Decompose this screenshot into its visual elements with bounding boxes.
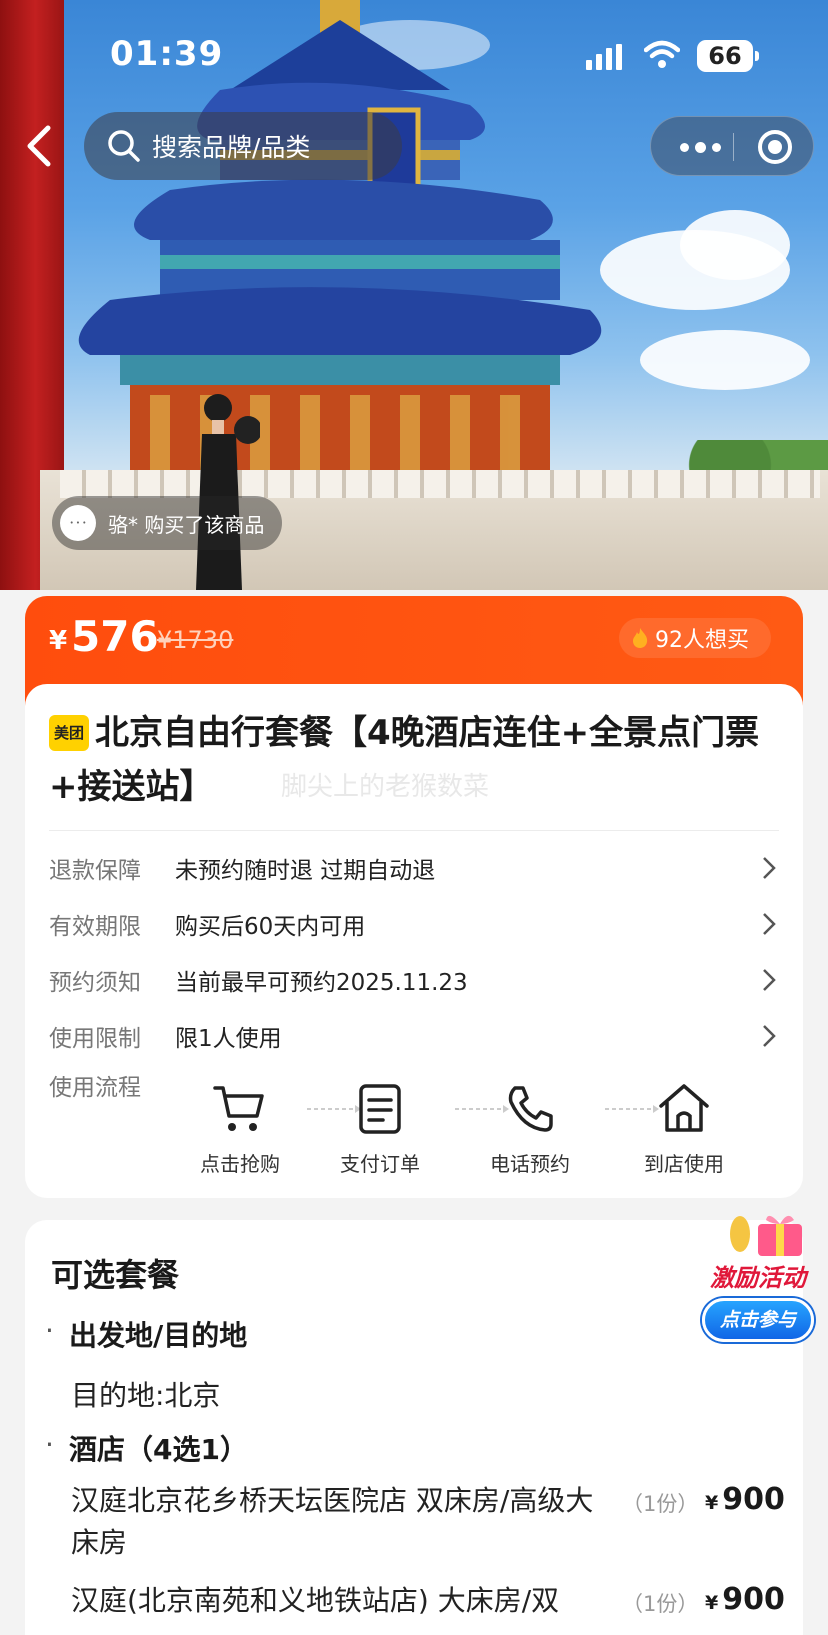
detail-key: 有效期限: [49, 914, 141, 940]
step-label: 到店使用: [644, 1152, 724, 1176]
search-icon: [108, 130, 140, 162]
current-price: 576: [71, 612, 159, 661]
detail-key: 使用限制: [49, 1026, 141, 1052]
detail-key: 预约须知: [49, 970, 141, 996]
recent-buyer-ticker: • • • 骆* 购买了该商品: [52, 496, 283, 550]
detail-value: 未预约随时退 过期自动退: [175, 858, 436, 884]
brand-badge: 美团: [49, 715, 89, 751]
avatar: • • •: [60, 505, 96, 541]
step-label: 电话预约: [490, 1152, 570, 1176]
detail-row-limit[interactable]: 使用限制 限1人使用: [49, 1008, 779, 1064]
chevron-right-icon: [763, 1025, 776, 1047]
more-icon[interactable]: [675, 117, 725, 177]
currency-symbol: ¥: [49, 626, 68, 656]
want-count-badge: 92人想买: [619, 618, 771, 658]
hotel-price: ¥900: [705, 1582, 785, 1617]
cloud: [640, 330, 810, 390]
section-heading: 酒店（4选1）: [45, 1428, 248, 1468]
promo-widget[interactable]: 激励活动 点击参与: [692, 1210, 824, 1350]
original-price: ¥1730: [157, 626, 234, 654]
gift-icon: [730, 1215, 802, 1256]
package-title: 可选套餐: [51, 1256, 180, 1294]
capsule-divider: [733, 133, 734, 161]
divider: [49, 830, 779, 831]
detail-row-validity[interactable]: 有效期限 购买后60天内可用: [49, 896, 779, 952]
destination-text: 目的地:北京: [71, 1379, 221, 1412]
hotel-option[interactable]: 汉庭北京花乡桥天坛医院店 双床房/高级大床房: [71, 1480, 611, 1564]
step-call: 电话预约: [465, 1080, 595, 1177]
detail-row-booking[interactable]: 预约须知 当前最早可预约2025.11.23: [49, 952, 779, 1008]
detail-key: 退款保障: [49, 858, 141, 884]
home-icon: [659, 1084, 709, 1132]
detail-value: 限1人使用: [175, 1026, 282, 1052]
detail-value: 当前最早可预约2025.11.23: [175, 970, 468, 996]
detail-row-refund[interactable]: 退款保障 未预约随时退 过期自动退: [49, 840, 779, 896]
status-bar: 01:39 66: [0, 0, 828, 110]
step-label: 点击抢购: [200, 1152, 280, 1176]
search-input[interactable]: 搜索品牌/品类: [84, 112, 402, 180]
close-target-icon[interactable]: [758, 130, 792, 164]
detail-value: 购买后60天内可用: [175, 914, 366, 940]
marble-railing: [60, 470, 820, 498]
hotel-price: ¥900: [705, 1482, 785, 1517]
chevron-right-icon: [763, 913, 776, 935]
battery-indicator: 66: [697, 40, 759, 72]
back-icon[interactable]: [18, 118, 58, 174]
status-time: 01:39: [110, 34, 224, 74]
order-icon: [359, 1084, 401, 1134]
step-buy: 点击抢购: [175, 1080, 305, 1177]
hotel-option[interactable]: 汉庭(北京南苑和义地铁站店) 大床房/双: [71, 1580, 611, 1622]
chevron-right-icon: [763, 969, 776, 991]
wifi-icon: [644, 40, 680, 68]
mini-program-capsule: [650, 116, 814, 176]
step-pay: 支付订单: [315, 1080, 445, 1177]
promo-title: 激励活动: [710, 1264, 806, 1292]
process-label: 使用流程: [49, 1075, 141, 1101]
signal-icon: [586, 44, 622, 70]
hotel-qty: （1份）: [622, 1492, 699, 1516]
step-visit: 到店使用: [619, 1080, 749, 1177]
search-placeholder: 搜索品牌/品类: [152, 133, 311, 162]
cloud: [680, 210, 790, 280]
watermark: 脚尖上的老猴数菜: [281, 772, 490, 802]
phone-icon: [508, 1086, 553, 1132]
buyer-text: 骆* 购买了该商品: [108, 512, 265, 537]
package-card: 可选套餐 出发地/目的地 目的地:北京 酒店（4选1） 汉庭北京花乡桥天坛医院店…: [25, 1220, 803, 1635]
hotel-qty: （1份）: [622, 1592, 699, 1616]
cart-icon: [213, 1086, 264, 1131]
product-info-card: 美团 北京自由行套餐【4晚酒店连住+全景点门票+接送站】 脚尖上的老猴数菜 退款保…: [25, 684, 803, 1198]
fire-icon: [633, 628, 648, 648]
want-count: 92人想买: [655, 628, 749, 653]
step-label: 支付订单: [340, 1152, 420, 1176]
section-heading: 出发地/目的地: [45, 1314, 247, 1354]
chevron-right-icon: [763, 857, 776, 879]
promo-join-button[interactable]: 点击参与: [702, 1298, 814, 1342]
person-figure: [196, 394, 260, 590]
